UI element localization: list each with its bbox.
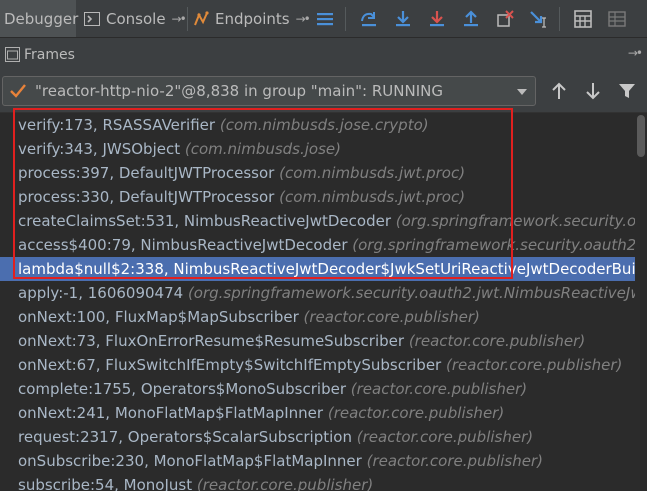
- stack-frame-row[interactable]: lambda$null$2:338, NimbusReactiveJwtDeco…: [0, 257, 647, 281]
- debugger-toolbar: Debugger Console →• Endpoints →•: [0, 0, 647, 38]
- stack-frame-package: (com.nimbusds.jwt.proc): [279, 188, 466, 206]
- stack-frame-row[interactable]: verify:343, JWSObject (com.nimbusds.jose…: [0, 137, 647, 161]
- stack-frame-package: (org.springframework.security.oauth2.jwt…: [352, 236, 647, 254]
- stack-frame-package: (reactor.core.publisher): [408, 332, 586, 350]
- stack-frame-package: (reactor.core.publisher): [327, 404, 505, 422]
- stack-frame-package: (reactor.core.publisher): [303, 308, 480, 326]
- step-out-icon[interactable]: [461, 9, 481, 29]
- chevron-down-icon: [517, 89, 527, 95]
- stack-frame-method: onNext:67, FluxSwitchIfEmpty$SwitchIfEmp…: [18, 356, 446, 374]
- previous-frame-icon[interactable]: [548, 81, 570, 101]
- stack-frame-method: apply:-1, 1606090474: [18, 284, 188, 302]
- thread-selector-row: "reactor-http-nio-2"@8,838 in group "mai…: [0, 72, 647, 110]
- stack-frame-package: (reactor.core.publisher): [446, 356, 623, 374]
- stack-frame-method: lambda$null$2:338, NimbusReactiveJwtDeco…: [18, 260, 647, 278]
- frames-list[interactable]: subscribe:54, MonoJust (reactor.core.pub…: [0, 112, 647, 491]
- tab-debugger[interactable]: Debugger: [0, 0, 79, 37]
- stack-frame-row[interactable]: subscribe:54, MonoJust (reactor.core.pub…: [0, 473, 647, 491]
- pin-tab-icon[interactable]: →•: [172, 12, 187, 26]
- toolbar-separator: [345, 7, 346, 31]
- tab-console-label: Console: [106, 10, 166, 28]
- endpoints-icon: [194, 10, 209, 25]
- stack-frame-row[interactable]: onNext:67, FluxSwitchIfEmpty$SwitchIfEmp…: [0, 353, 647, 377]
- stack-frame-package: (reactor.core.publisher): [350, 380, 528, 398]
- frames-scrollbar[interactable]: [635, 113, 647, 491]
- stack-frame-method: process:397, DefaultJWTProcessor: [18, 164, 280, 182]
- stack-frame-package: (reactor.core.publisher): [366, 452, 543, 470]
- stack-frame-row[interactable]: request:2317, Operators$ScalarSubscripti…: [0, 425, 647, 449]
- run-to-cursor-icon[interactable]: [529, 9, 549, 29]
- tab-endpoints[interactable]: Endpoints →•: [190, 0, 311, 37]
- stack-frame-method: onNext:241, MonoFlatMap$FlatMapInner: [18, 404, 328, 422]
- stack-frame-row[interactable]: onSubscribe:230, MonoFlatMap$FlatMapInne…: [0, 449, 647, 473]
- stack-frame-row[interactable]: process:330, DefaultJWTProcessor (com.ni…: [0, 185, 647, 209]
- layout-menu-icon[interactable]: [315, 9, 335, 29]
- step-into-icon[interactable]: [393, 9, 413, 29]
- stack-frame-method: onNext:73, FluxOnErrorResume$ResumeSubsc…: [18, 332, 409, 350]
- scrollbar-thumb[interactable]: [637, 115, 645, 157]
- stack-frame-row[interactable]: apply:-1, 1606090474 (org.springframewor…: [0, 281, 647, 305]
- thread-dropdown[interactable]: "reactor-http-nio-2"@8,838 in group "mai…: [2, 76, 536, 106]
- console-icon: [84, 11, 100, 26]
- stack-frame-package: (org.springframework.security.oauth2.jwt…: [187, 284, 647, 302]
- stack-frame-method: verify:343, JWSObject: [18, 140, 185, 158]
- frames-panel-header: Frames →•: [0, 38, 647, 72]
- stack-frame-method: process:330, DefaultJWTProcessor: [18, 188, 280, 206]
- stack-frame-package: (com.nimbusds.jose): [184, 140, 342, 158]
- stack-frame-method: subscribe:54, MonoJust: [18, 476, 197, 491]
- stack-frame-method: complete:1755, Operators$MonoSubscriber: [18, 380, 351, 398]
- filter-icon[interactable]: [616, 81, 638, 101]
- stack-frame-row[interactable]: onNext:100, FluxMap$MapSubscriber (react…: [0, 305, 647, 329]
- stack-frame-package: (reactor.core.publisher): [196, 476, 374, 491]
- toolbar-separator: [187, 7, 188, 31]
- thread-dropdown-label: "reactor-http-nio-2"@8,838 in group "mai…: [35, 82, 443, 100]
- stack-frame-package: (com.nimbusds.jose.crypto): [219, 116, 429, 134]
- stack-frame-row[interactable]: access$400:79, NimbusReactiveJwtDecoder …: [0, 233, 647, 257]
- stack-frame-row[interactable]: complete:1755, Operators$MonoSubscriber …: [0, 377, 647, 401]
- stack-frame-package: (org.springframework.security.oauth: [395, 212, 647, 230]
- stack-frame-method: verify:173, RSASSAVerifier: [18, 116, 220, 134]
- step-over-icon[interactable]: [359, 9, 379, 29]
- stack-frame-row[interactable]: createClaimsSet:531, NimbusReactiveJwtDe…: [0, 209, 647, 233]
- running-check-icon: [10, 84, 26, 98]
- frames-panel-icon: [5, 47, 20, 62]
- stack-frame-row[interactable]: verify:173, RSASSAVerifier (com.nimbusds…: [0, 113, 647, 137]
- pin-tab-icon[interactable]: →•: [296, 12, 311, 26]
- tab-endpoints-label: Endpoints: [215, 10, 290, 28]
- drop-frame-icon[interactable]: [495, 9, 515, 29]
- force-step-into-icon[interactable]: [427, 9, 447, 29]
- toolbar-separator: [559, 7, 560, 31]
- stack-frame-method: createClaimsSet:531, NimbusReactiveJwtDe…: [18, 212, 396, 230]
- stack-frame-row[interactable]: onNext:73, FluxOnErrorResume$ResumeSubsc…: [0, 329, 647, 353]
- next-frame-icon[interactable]: [582, 81, 604, 101]
- stack-frame-method: request:2317, Operators$ScalarSubscripti…: [18, 428, 357, 446]
- evaluate-expression-icon[interactable]: [573, 9, 593, 29]
- stack-frame-package: (reactor.core.publisher): [356, 428, 534, 446]
- tab-debugger-label: Debugger: [4, 10, 79, 28]
- stack-frame-row[interactable]: process:397, DefaultJWTProcessor (com.ni…: [0, 161, 647, 185]
- stack-frame-method: onSubscribe:230, MonoFlatMap$FlatMapInne…: [18, 452, 367, 470]
- stack-frame-package: (com.nimbusds.jwt.proc): [279, 164, 466, 182]
- trace-current-stream-icon[interactable]: [607, 9, 627, 29]
- stack-frame-method: access$400:79, NimbusReactiveJwtDecoder: [18, 236, 353, 254]
- pin-panel-icon[interactable]: →•: [628, 46, 643, 60]
- frames-panel-title: Frames: [24, 47, 75, 63]
- tab-console[interactable]: Console →•: [78, 0, 187, 37]
- stack-frame-row[interactable]: onNext:241, MonoFlatMap$FlatMapInner (re…: [0, 401, 647, 425]
- stack-frame-method: onNext:100, FluxMap$MapSubscriber: [18, 308, 304, 326]
